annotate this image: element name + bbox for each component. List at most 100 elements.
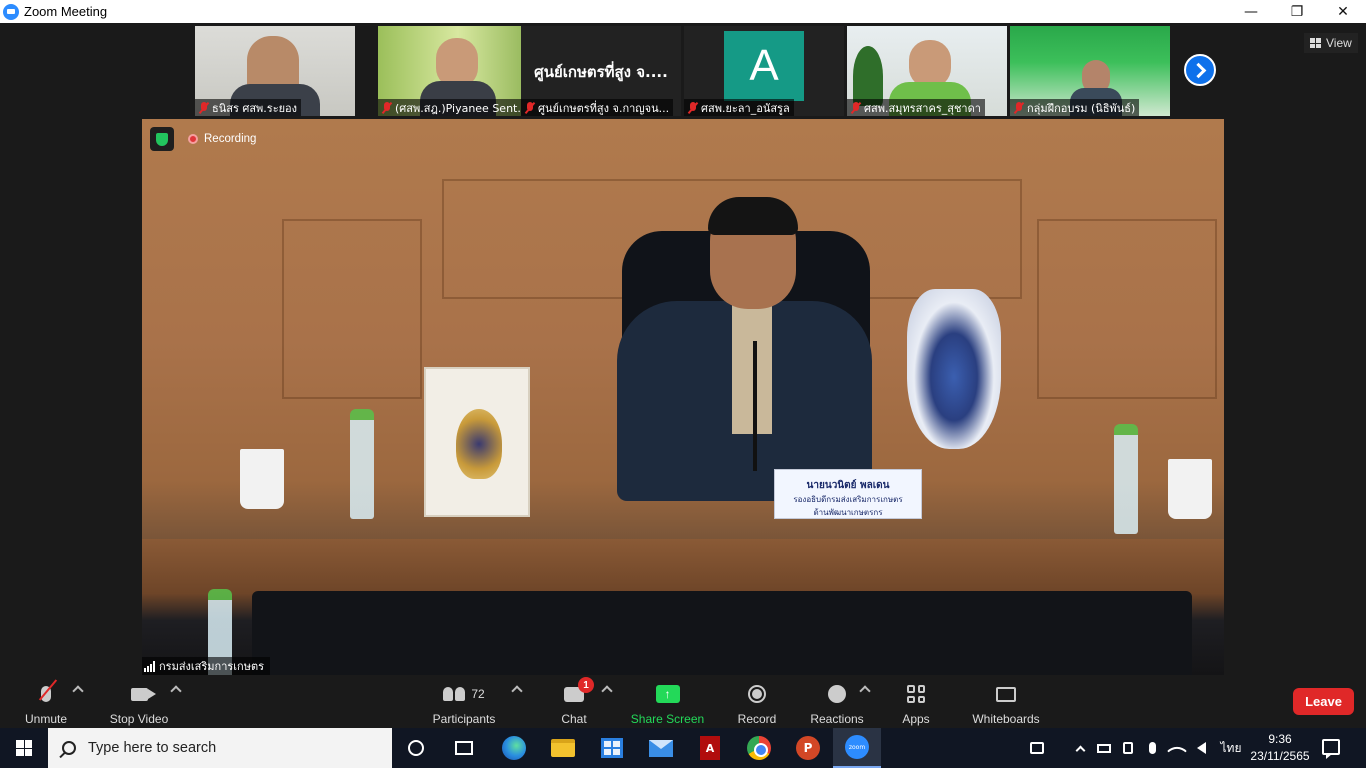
taskbar-acrobat[interactable]: A xyxy=(686,728,734,768)
nameplate: นายนวนิตย์ พลเดน รองอธิบดีกรมส่งเสริมการ… xyxy=(774,469,922,519)
device-button[interactable] xyxy=(1118,728,1138,768)
show-hidden-icons-button[interactable] xyxy=(1070,728,1090,768)
window-controls: — ❐ ✕ xyxy=(1228,0,1366,23)
unmute-button[interactable]: Unmute xyxy=(18,675,74,728)
battery-button[interactable] xyxy=(1094,728,1114,768)
taskbar-file-explorer[interactable] xyxy=(539,728,587,768)
taskbar-mail[interactable] xyxy=(637,728,685,768)
recording-indicator[interactable]: Recording xyxy=(182,129,262,149)
taskbar-edge[interactable] xyxy=(490,728,538,768)
audio-options-chevron-icon[interactable] xyxy=(72,685,84,697)
coffee-cup xyxy=(240,449,284,509)
microphone-muted-icon xyxy=(38,679,58,707)
folder-icon xyxy=(551,739,575,757)
participant-avatar: A xyxy=(724,31,804,101)
participants-options-chevron-icon[interactable] xyxy=(511,685,523,697)
zoom-logo-icon xyxy=(3,3,19,20)
chat-button[interactable]: 1 Chat xyxy=(554,675,594,728)
participants-icon-wrap: 72 xyxy=(443,681,485,707)
news-icon xyxy=(1030,742,1044,754)
participant-name-label: ธนิสร ศสพ.ระยอง xyxy=(195,99,302,116)
participant-tile[interactable]: ศูนย์เกษตรที่สูง จ.... ศูนย์เกษตรที่สูง … xyxy=(521,26,681,116)
participant-video xyxy=(909,40,951,88)
chat-unread-badge: 1 xyxy=(578,677,594,693)
chrome-icon xyxy=(747,736,771,760)
zoom-icon: zoom xyxy=(845,735,869,759)
participant-tile[interactable]: A ศสพ.ยะลา_อนัสรูล xyxy=(684,26,844,116)
participant-tile[interactable]: (ศสพ.สฎ.)Piyanee Sent... xyxy=(378,26,538,116)
store-icon xyxy=(601,738,623,758)
wall-panel xyxy=(282,219,422,399)
speaker-shirt xyxy=(732,304,772,434)
speaker-name-label: กรมส่งเสริมการเกษตร xyxy=(142,657,271,675)
device-icon xyxy=(1123,742,1133,754)
windows-taskbar: Type here to search A P zoom ไทย 9:36 23… xyxy=(0,728,1366,768)
participant-gallery: ธนิสร ศสพ.ระยอง (ศสพ.สฎ.)Piyanee Sent...… xyxy=(0,23,1366,119)
participant-video-plant xyxy=(853,46,883,106)
speaker-icon xyxy=(1196,742,1206,754)
window-title: Zoom Meeting xyxy=(24,4,108,19)
chat-options-chevron-icon[interactable] xyxy=(601,685,613,697)
water-bottle xyxy=(350,409,374,519)
participant-name-label: กลุ่มฝึกอบรม (นิธิพันธ์) xyxy=(1010,99,1140,116)
reactions-smiley-icon xyxy=(828,681,846,707)
encryption-shield-icon[interactable] xyxy=(150,127,174,151)
taskbar-chrome[interactable] xyxy=(735,728,783,768)
volume-button[interactable] xyxy=(1190,728,1212,768)
system-clock[interactable]: 9:36 23/11/2565 xyxy=(1248,731,1312,765)
powerpoint-icon: P xyxy=(796,736,820,760)
participant-name-label: (ศสพ.สฎ.)Piyanee Sent... xyxy=(378,99,532,116)
participants-button[interactable]: 72 Participants xyxy=(428,675,500,728)
clock-date: 23/11/2565 xyxy=(1250,749,1310,763)
department-emblem xyxy=(907,289,1001,449)
grid-view-icon xyxy=(1310,38,1321,48)
mail-icon xyxy=(649,739,673,757)
active-speaker-video: นายนวนิตย์ พลเดน รองอธิบดีกรมส่งเสริมการ… xyxy=(142,119,1224,675)
gallery-next-button[interactable] xyxy=(1184,54,1216,86)
taskbar-powerpoint[interactable]: P xyxy=(784,728,832,768)
news-widget-button[interactable] xyxy=(1022,728,1052,768)
microphone-icon xyxy=(1148,742,1156,754)
participant-tile[interactable]: กลุ่มฝึกอบรม (นิธิพันธ์) xyxy=(1010,26,1170,116)
language-indicator[interactable]: ไทย xyxy=(1216,728,1246,768)
edge-icon xyxy=(502,736,526,760)
battery-icon xyxy=(1097,743,1111,753)
taskbar-zoom[interactable]: zoom xyxy=(833,728,881,768)
cortana-button[interactable] xyxy=(392,728,440,768)
apps-button[interactable]: Apps xyxy=(898,675,934,728)
microphone-tray-button[interactable] xyxy=(1142,728,1162,768)
task-view-button[interactable] xyxy=(440,728,488,768)
wall-panel xyxy=(1037,219,1217,399)
view-button[interactable]: View xyxy=(1304,33,1358,53)
reactions-button[interactable]: Reactions xyxy=(806,675,868,728)
whiteboard-icon xyxy=(996,681,1016,707)
participant-name-label: ศสพ.สมุทรสาคร_สุชาดา xyxy=(847,99,985,116)
stop-video-button[interactable]: Stop Video xyxy=(104,675,174,728)
whiteboards-button[interactable]: Whiteboards xyxy=(970,675,1042,728)
speaker-hair xyxy=(708,197,798,235)
cortana-icon xyxy=(408,740,424,756)
share-screen-button[interactable]: ↑ Share Screen xyxy=(630,675,705,728)
notification-center-icon[interactable] xyxy=(1322,739,1340,759)
close-button[interactable]: ✕ xyxy=(1320,0,1366,23)
taskbar-search-box[interactable]: Type here to search xyxy=(48,728,392,768)
leave-button[interactable]: Leave xyxy=(1293,688,1354,715)
taskbar-store[interactable] xyxy=(588,728,636,768)
recording-dot-icon xyxy=(188,134,198,144)
window-titlebar: Zoom Meeting — ❐ ✕ xyxy=(0,0,1366,23)
participant-tile[interactable]: ศสพ.สมุทรสาคร_สุชาดา xyxy=(847,26,1007,116)
start-button[interactable] xyxy=(0,728,48,768)
participant-name-label: ศสพ.ยะลา_อนัสรูล xyxy=(684,99,794,116)
participant-display-name: ศูนย์เกษตรที่สูง จ.... xyxy=(534,63,668,81)
mic-muted-icon xyxy=(525,102,535,114)
search-placeholder: Type here to search xyxy=(88,740,217,756)
monitor xyxy=(252,591,1192,675)
windows-logo-icon xyxy=(16,740,32,756)
network-button[interactable] xyxy=(1166,728,1188,768)
participant-tile[interactable]: ธนิสร ศสพ.ระยอง xyxy=(195,26,355,116)
restore-button[interactable]: ❐ xyxy=(1274,0,1320,23)
microphone xyxy=(753,341,757,471)
record-button[interactable]: Record xyxy=(732,675,782,728)
minimize-button[interactable]: — xyxy=(1228,0,1274,23)
task-view-icon xyxy=(455,741,473,755)
